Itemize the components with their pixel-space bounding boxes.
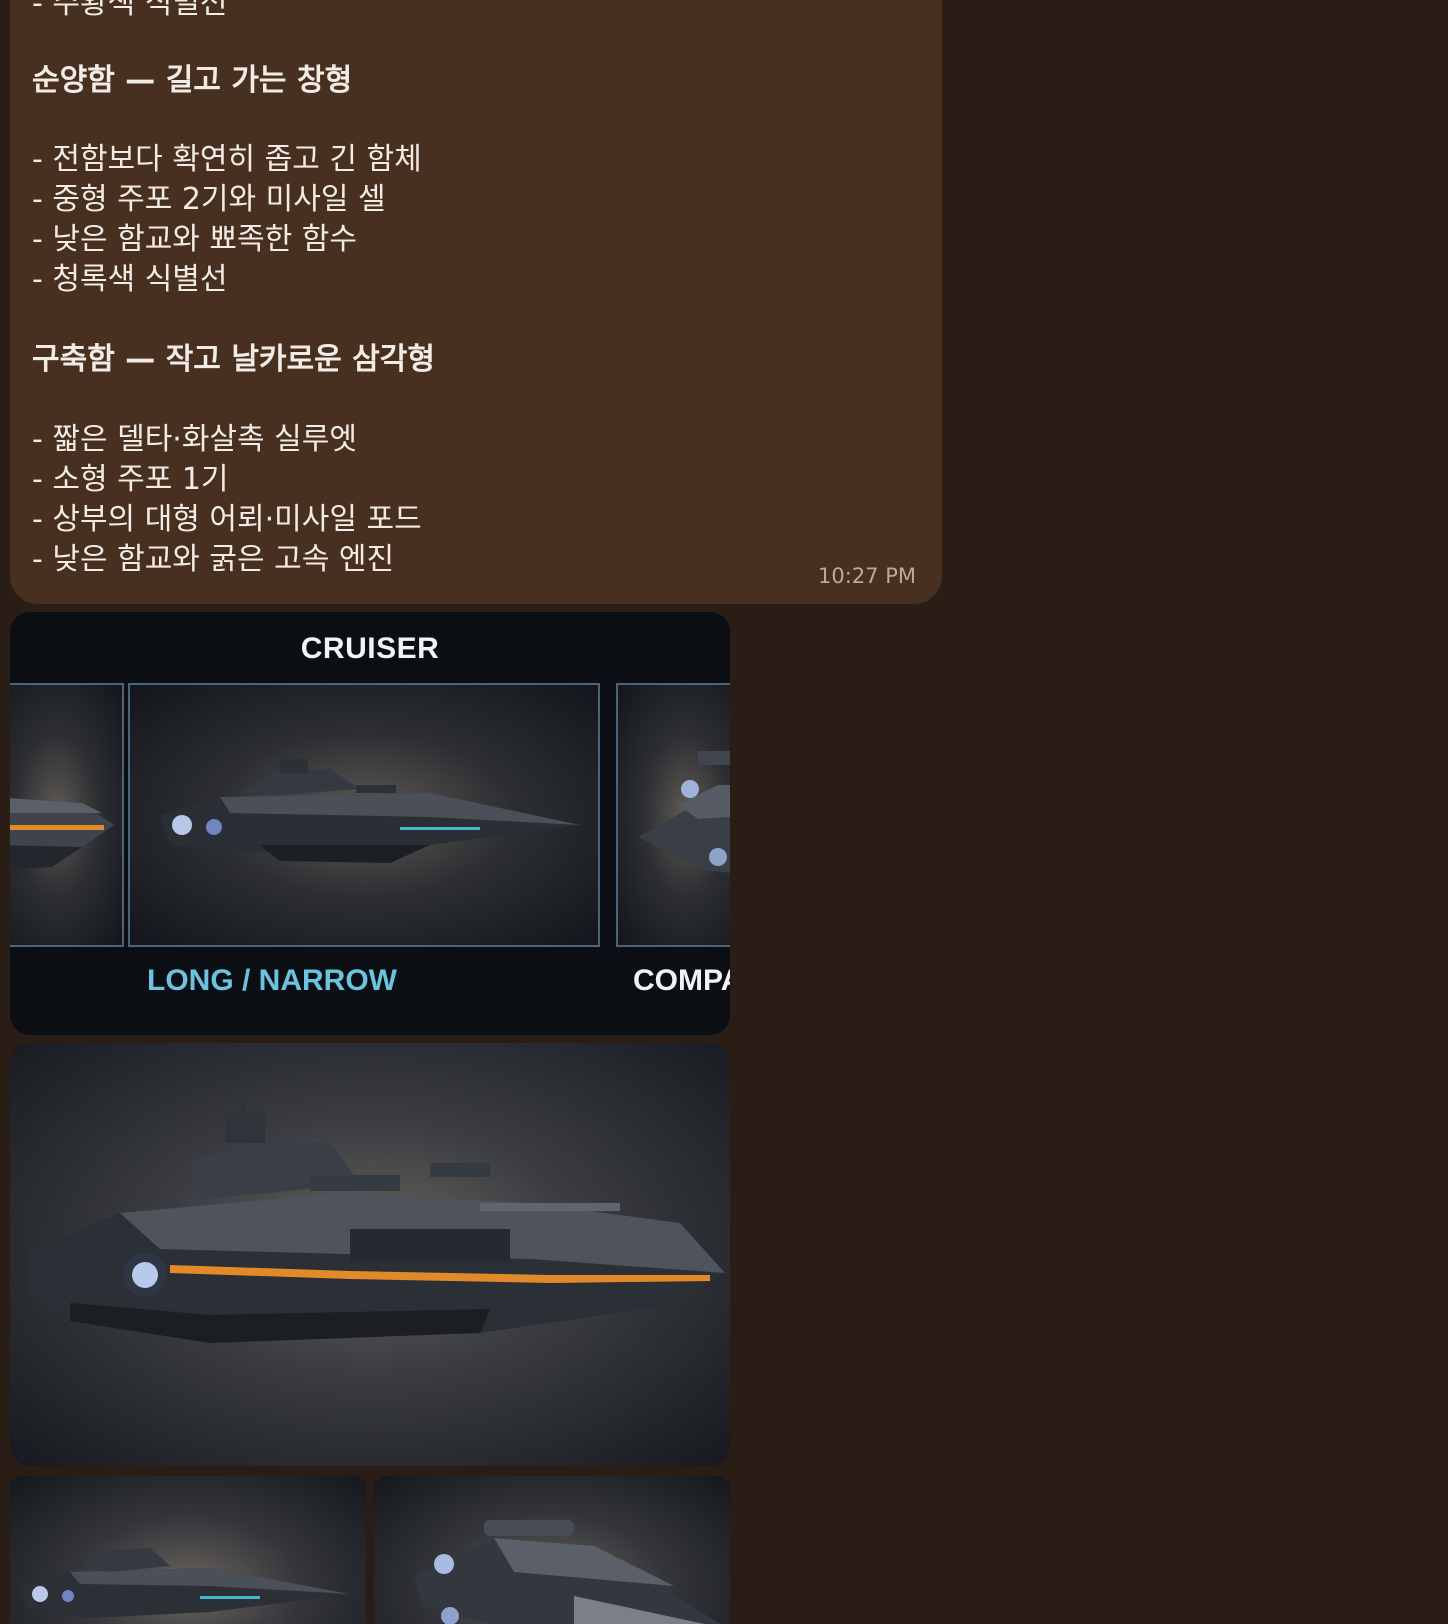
cruiser-render-thumbnail[interactable] — [10, 1476, 366, 1624]
message-line: - 청록색 식별선 — [32, 262, 228, 297]
cruiser-thumbnail — [128, 683, 600, 947]
message-bubble[interactable]: - 주황색 식별선 순양함 — 길고 가는 창형 - 전함보다 확연히 좁고 긴… — [10, 0, 942, 604]
message-line: - 전함보다 확연히 좁고 긴 함체 — [32, 142, 422, 177]
cruiser-comparison-image[interactable]: CRUISER LONG / NARROW COMP — [10, 612, 730, 1035]
destroyer-thumbnail — [616, 683, 730, 947]
message-line: - 상부의 대형 어뢰·미사일 포드 — [32, 502, 422, 537]
battleship-render-image[interactable] — [10, 1043, 730, 1466]
message-line: - 주황색 식별선 — [32, 0, 228, 21]
message-timestamp: 10:27 PM — [818, 564, 916, 588]
destroyer-label-partial: COMPA — [633, 964, 730, 997]
message-heading-destroyer: 구축함 — 작고 날카로운 삼각형 — [32, 342, 435, 377]
battleship-thumbnail — [10, 683, 124, 947]
message-line: - 짧은 델타·화살촉 실루엣 — [32, 422, 357, 457]
message-line: - 낮은 함교와 굵은 고속 엔진 — [32, 542, 395, 577]
message-line: - 중형 주포 2기와 미사일 셀 — [32, 182, 386, 217]
cruiser-title: CRUISER — [300, 632, 440, 665]
cruiser-label-long-narrow: LONG / NARROW — [147, 964, 397, 997]
chat-view: - 주황색 식별선 순양함 — 길고 가는 창형 - 전함보다 확연히 좁고 긴… — [0, 0, 1448, 1624]
message-line: - 낮은 함교와 뾰족한 함수 — [32, 222, 357, 257]
message-line: - 소형 주포 1기 — [32, 462, 229, 497]
message-heading-cruiser: 순양함 — 길고 가는 창형 — [32, 63, 353, 98]
destroyer-render-thumbnail[interactable] — [374, 1476, 730, 1624]
